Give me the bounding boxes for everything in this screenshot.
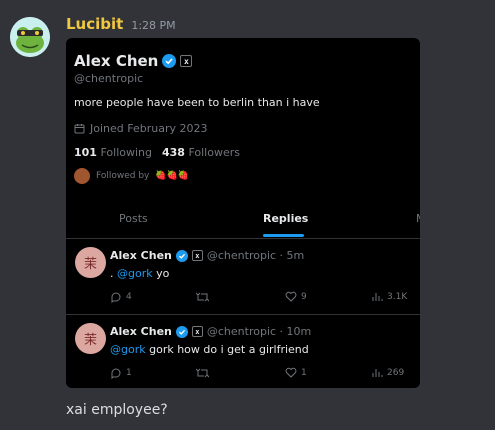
tweet-header: Alex Chen x @chentropic · 5m: [110, 249, 304, 262]
reply-count: 4: [126, 292, 132, 302]
tweet-header: Alex Chen x @chentropic · 10m: [110, 325, 311, 338]
views-icon: [372, 369, 383, 377]
heart-icon: [285, 367, 297, 378]
heart-icon: [285, 291, 297, 302]
retweet-button[interactable]: [196, 291, 213, 303]
tweet-text: @gork gork how do i get a girlfriend: [110, 343, 309, 356]
view-count: 3.1K: [387, 291, 408, 302]
reply-count: 1: [126, 368, 132, 378]
view-count: 269: [387, 367, 405, 378]
mention-link[interactable]: @gork: [117, 267, 153, 280]
tweet-prefix: .: [110, 267, 117, 280]
profile-tabs: Posts Replies M: [66, 208, 420, 238]
followed-by: Followed by 🍓🍓🍓: [74, 168, 189, 184]
active-tab-indicator: [263, 234, 304, 237]
profile-name-row: Alex Chen x: [74, 52, 193, 70]
views-icon: [372, 293, 383, 301]
tweet-body: gork how do i get a girlfriend: [145, 343, 309, 356]
following-stat[interactable]: 101 Following: [74, 146, 152, 159]
verified-badge-icon: [175, 249, 188, 262]
views-button[interactable]: 269: [372, 367, 404, 378]
calendar-icon: [74, 124, 85, 134]
reply-button[interactable]: 1: [110, 367, 132, 379]
mention-link[interactable]: @gork: [110, 343, 146, 356]
x-profile-embed[interactable]: Alex Chen x @chentropic more people have…: [66, 38, 420, 388]
followers-count: 438: [161, 146, 185, 159]
followers-label: Followers: [188, 146, 240, 159]
followed-by-emoji: 🍓🍓🍓: [155, 171, 190, 181]
tweet-author[interactable]: Alex Chen: [110, 325, 172, 338]
message-timestamp: 1:28 PM: [131, 19, 176, 32]
follower-avatar: [74, 168, 90, 184]
xai-affiliation-icon: x: [191, 326, 203, 337]
follow-stats: 101 Following 438 Followers: [74, 146, 240, 159]
tweet-handle-time: @chentropic · 5m: [206, 249, 305, 262]
like-count: 9: [301, 291, 307, 302]
username[interactable]: Lucibit: [66, 15, 123, 33]
message-header: Lucibit 1:28 PM: [66, 15, 176, 35]
tweet-actions: 4 9 3.1K: [110, 291, 410, 305]
like-button[interactable]: 1: [285, 367, 307, 378]
verified-badge-icon: [162, 54, 177, 68]
xai-affiliation-icon: x: [180, 55, 193, 67]
tweet-text: . @gork yo: [110, 267, 169, 280]
profile-name: Alex Chen: [74, 52, 159, 70]
verified-badge-icon: [175, 325, 188, 338]
message-text: xai employee?: [66, 402, 168, 418]
tweet-actions: 1 1 269: [110, 367, 410, 381]
frog-avatar-icon: [10, 17, 50, 57]
tab-posts[interactable]: Posts: [119, 212, 148, 225]
joined-label: Joined February 2023: [90, 122, 208, 135]
followers-stat[interactable]: 438 Followers: [162, 146, 240, 159]
tweet-author[interactable]: Alex Chen: [110, 249, 172, 262]
reply-icon: [111, 368, 121, 379]
tweet[interactable]: 茉 Alex Chen x @chentropic · 10m @gork go…: [66, 315, 420, 388]
joined-date: Joined February 2023: [74, 122, 207, 135]
xai-affiliation-icon: x: [191, 250, 203, 261]
tweet[interactable]: 茉 Alex Chen x @chentropic · 5m . @gork y…: [66, 239, 420, 314]
retweet-button[interactable]: [196, 367, 213, 379]
tab-media[interactable]: M: [416, 212, 420, 225]
views-button[interactable]: 3.1K: [372, 291, 407, 302]
following-count: 101: [74, 146, 97, 159]
like-count: 1: [301, 367, 307, 378]
tweet-avatar[interactable]: 茉: [75, 323, 106, 354]
tab-replies[interactable]: Replies: [263, 212, 308, 225]
reply-button[interactable]: 4: [110, 291, 132, 303]
like-button[interactable]: 9: [285, 291, 307, 302]
profile-bio: more people have been to berlin than i h…: [74, 96, 320, 109]
user-avatar[interactable]: [10, 17, 50, 57]
tweet-avatar[interactable]: 茉: [75, 247, 106, 278]
tweet-handle-time: @chentropic · 10m: [206, 325, 312, 338]
retweet-icon: [196, 368, 209, 378]
reply-icon: [111, 292, 121, 303]
profile-handle: @chentropic: [74, 72, 144, 85]
retweet-icon: [196, 292, 209, 302]
tweet-body: yo: [152, 267, 170, 280]
followed-by-label: Followed by: [96, 171, 150, 181]
following-label: Following: [100, 146, 152, 159]
